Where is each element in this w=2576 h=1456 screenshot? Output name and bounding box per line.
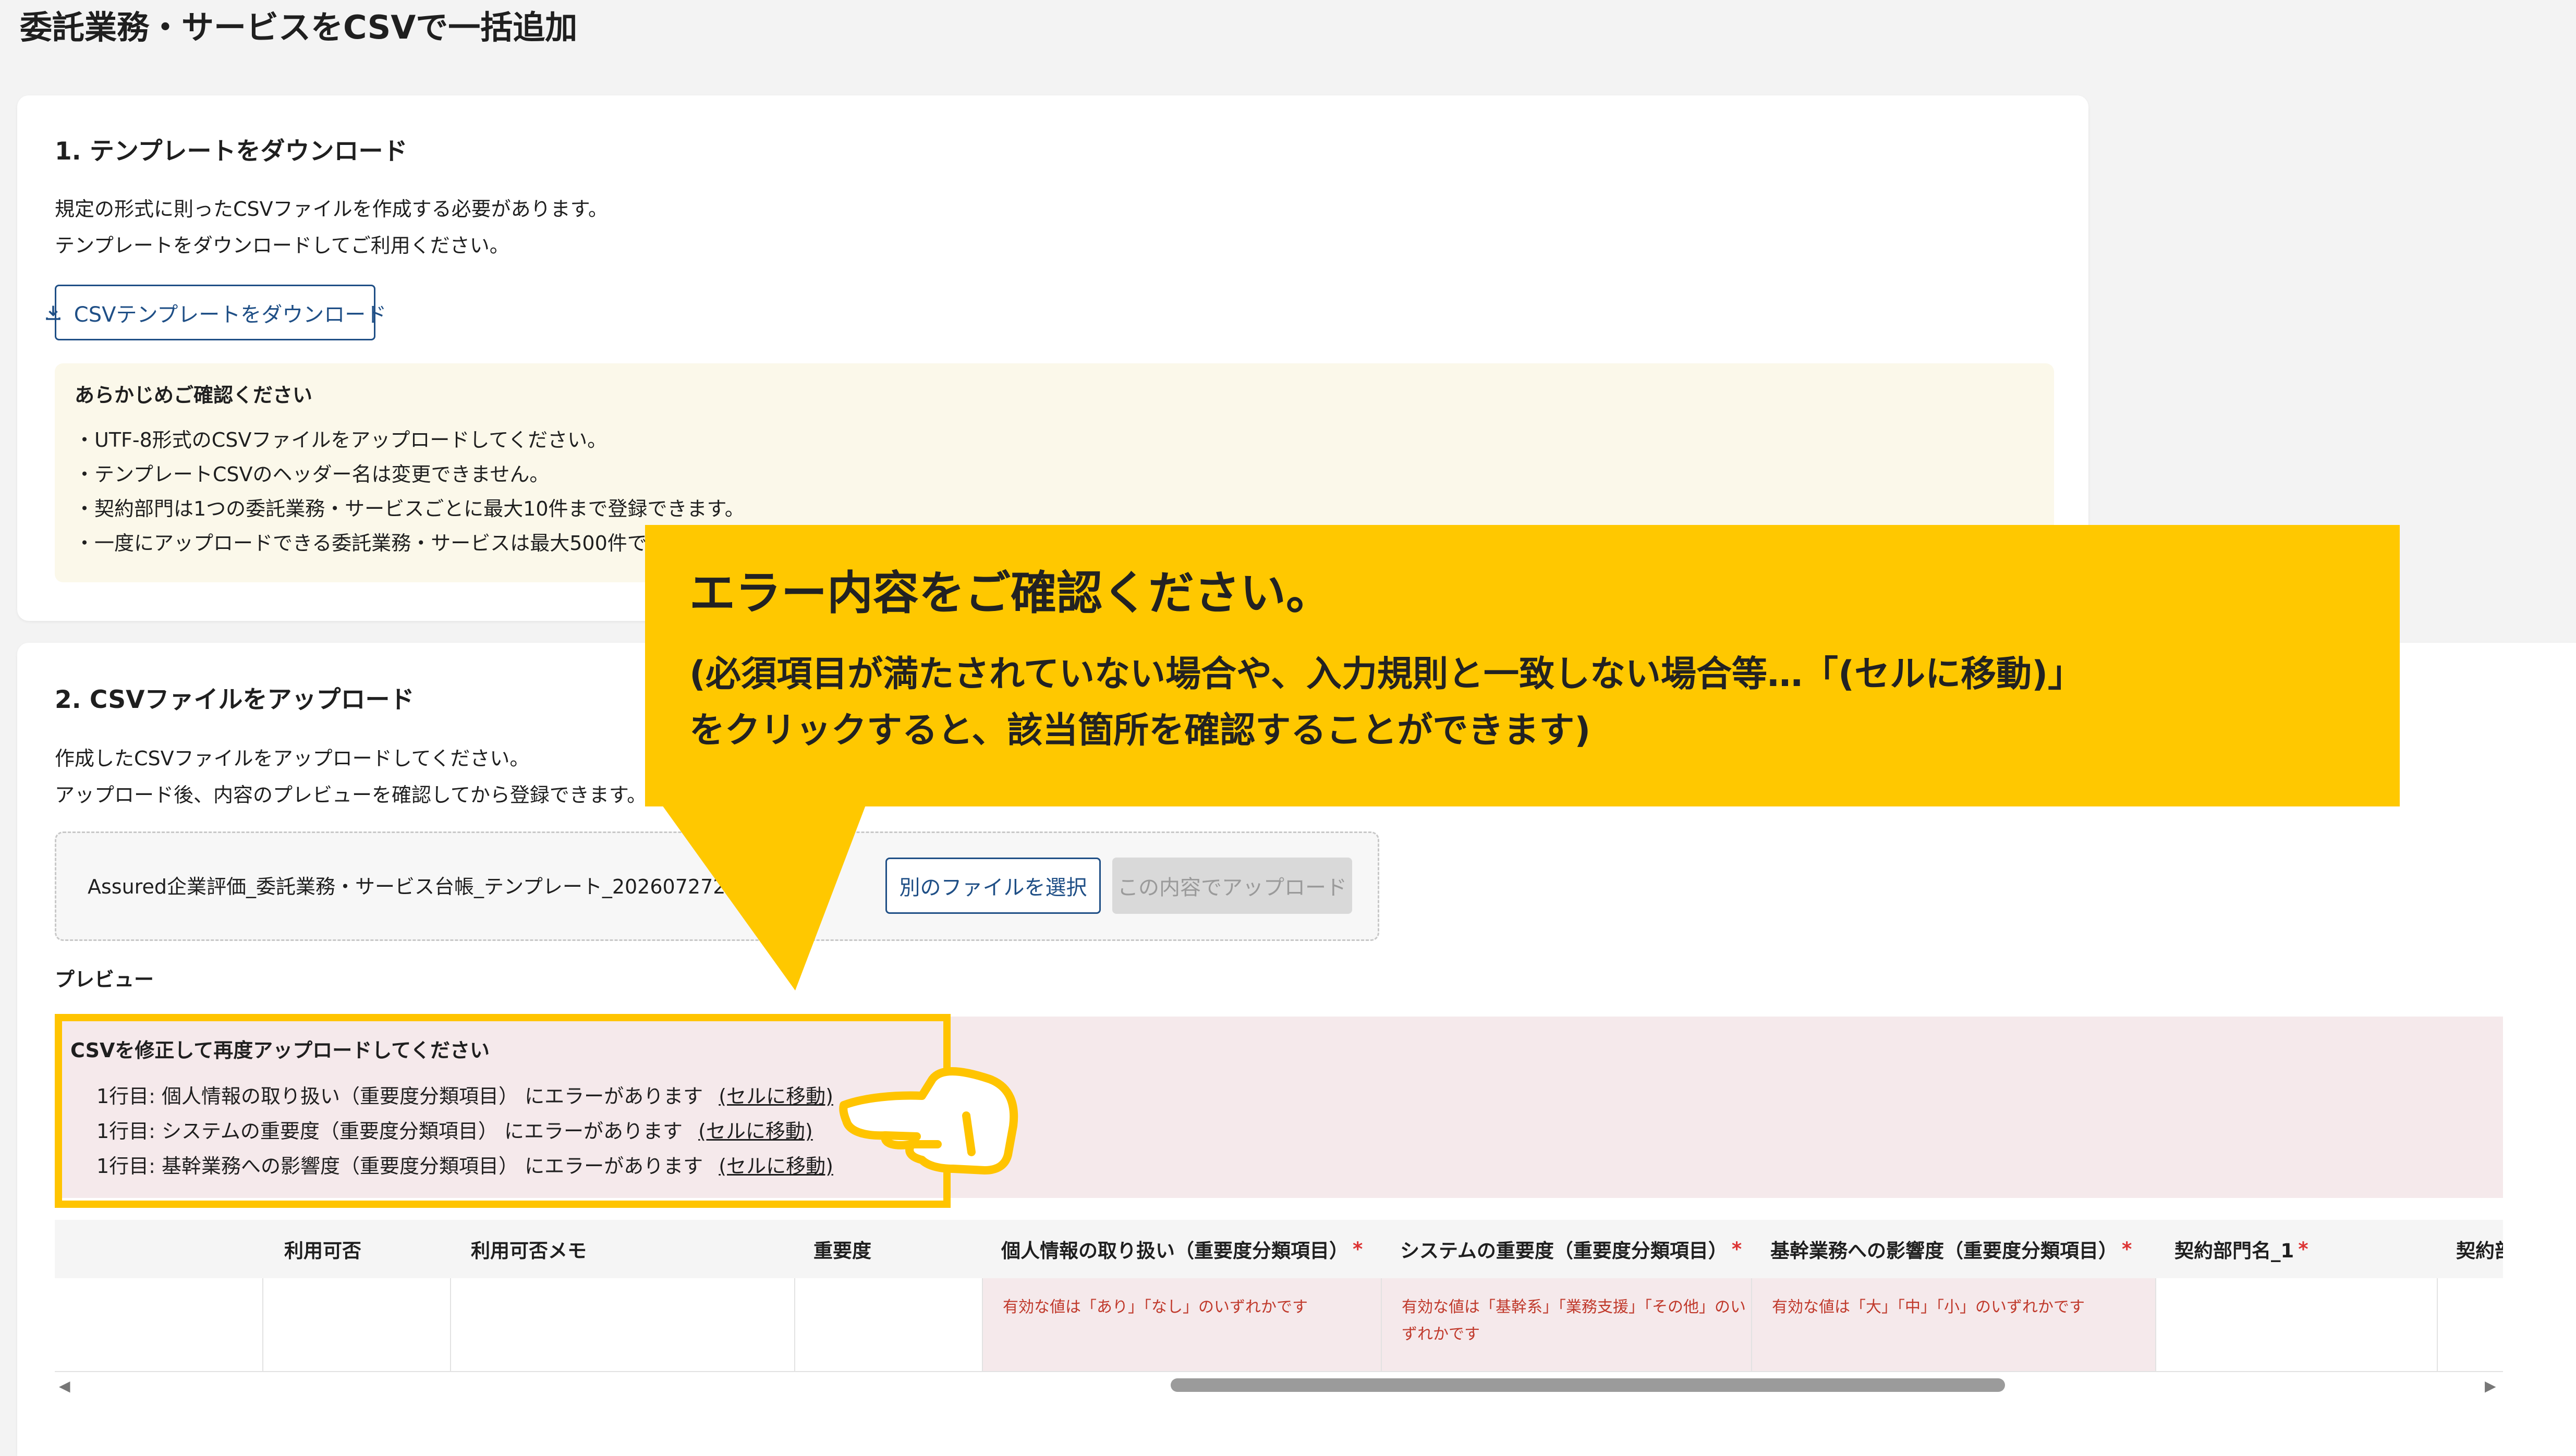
table-cell[interactable] [2156,1278,2438,1371]
callout-headline: エラー内容をご確認ください。 [689,566,1332,620]
notice-item: ・一度にアップロードできる委託業務・サービスは最大500件です。 [75,532,685,555]
notice-item: ・UTF-8形式のCSVファイルをアップロードしてください。 [75,429,607,451]
cell-error-message: 有効な値は「あり」「なし」のいずれかです [1003,1298,1308,1316]
preview-table: 利用可否 利用可否メモ 重要度 個人情報の取り扱い（重要度分類項目） * システム… [55,1220,2503,1372]
scrollbar-thumb[interactable] [1171,1378,2005,1392]
table-header-empty [55,1220,263,1278]
preview-label: プレビュー [55,968,154,991]
column-header: 契約部門名_1 * [2156,1220,2438,1278]
scroll-left-icon[interactable]: ◀ [59,1377,70,1394]
error-cell-business[interactable]: 有効な値は「大」「中」「小」のいずれかです [1752,1278,2156,1371]
callout-pointer-icon [662,805,866,990]
table-cell[interactable] [451,1278,795,1371]
table-cell[interactable] [795,1278,983,1371]
error-callout: エラー内容をご確認ください。 (必須項目が満たされていない場合や、入力規則と一致… [645,525,2400,806]
step2-description-line1: 作成したCSVファイルをアップロードしてください。 [55,747,530,770]
download-template-label: CSVテンプレートをダウンロード [74,302,387,327]
select-other-file-button[interactable]: 別のファイルを選択 [885,858,1101,914]
notice-item: ・契約部門は1つの委託業務・サービスごとに最大10件まで登録できます。 [75,497,745,520]
cell-error-message: 有効な値は「基幹系」「業務支援」「その他」のい ずれかです [1402,1298,1746,1343]
table-cell[interactable] [2438,1278,2503,1371]
column-header: 利用可否メモ [451,1220,795,1278]
error-cell-personal-info[interactable]: 有効な値は「あり」「なし」のいずれかです [983,1278,1382,1371]
notice-title: あらかじめご確認ください [75,384,313,407]
cell-error-message: 有効な値は「大」「中」「小」のいずれかです [1772,1298,2085,1316]
table-cell[interactable] [55,1278,263,1371]
error-highlight-frame [55,1014,951,1208]
download-template-button[interactable]: CSVテンプレートをダウンロード [45,285,386,340]
error-cell-system[interactable]: 有効な値は「基幹系」「業務支援」「その他」のい ずれかです [1382,1278,1752,1371]
download-icon [44,303,63,322]
horizontal-scrollbar[interactable]: ◀ ▶ [55,1376,2503,1394]
column-header: システムの重要度（重要度分類項目） * [1382,1220,1752,1278]
notice-item: ・テンプレートCSVのヘッダー名は変更できません。 [75,463,550,486]
step2-title: 2. CSVファイルをアップロード [55,686,415,714]
pointing-hand-icon [839,1067,1018,1174]
column-header: 利用可否 [263,1220,451,1278]
step1-description-line2: テンプレートをダウンロードしてご利用ください。 [55,234,509,257]
column-header: 契約部 [2438,1220,2503,1278]
column-header: 基幹業務への影響度（重要度分類項目） * [1752,1220,2156,1278]
column-header: 個人情報の取り扱い（重要度分類項目） * [983,1220,1382,1278]
table-cell[interactable] [263,1278,451,1371]
scroll-right-icon[interactable]: ▶ [2485,1377,2496,1394]
column-header: 重要度 [795,1220,983,1278]
step1-title: 1. テンプレートをダウンロード [55,137,408,166]
callout-subtext: (必須項目が満たされていない場合や、入力規則と一致しない場合等…「(セルに移動)… [689,654,2084,751]
upload-content-button[interactable]: この内容でアップロード [1112,858,1352,914]
page-title: 委託業務・サービスをCSVで一括追加 [20,8,578,46]
step2-description-line2: アップロード後、内容のプレビューを確認してから登録できます。 [55,784,647,806]
step1-description-line1: 規定の形式に則ったCSVファイルを作成する必要があります。 [55,198,608,221]
